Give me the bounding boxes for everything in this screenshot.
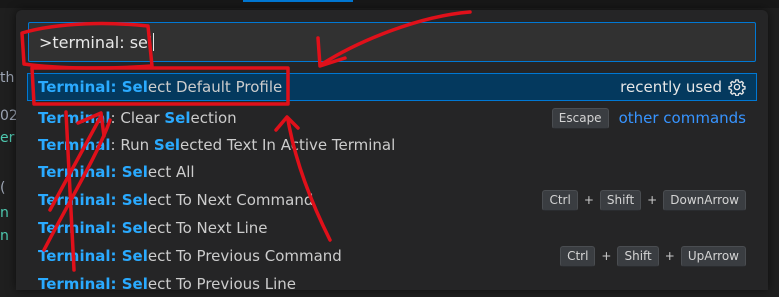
item-label: ection <box>190 109 237 127</box>
item-label: ect Default Profile <box>147 78 283 96</box>
match-highlight: Terminal <box>38 136 111 154</box>
match-highlight: Terminal: Sel <box>38 78 148 96</box>
command-palette-input[interactable]: >terminal: sel <box>28 22 756 62</box>
active-tab-indicator <box>243 0 353 2</box>
editor-fragment: n <box>0 228 9 244</box>
editor-fragment: er <box>0 130 15 146</box>
key-separator: + <box>664 249 675 263</box>
match-highlight: Terminal: Sel <box>38 247 148 265</box>
key-separator: + <box>647 193 658 207</box>
match-highlight: Terminal: Sel <box>38 219 148 237</box>
item-label: ect To Next Line <box>147 219 268 237</box>
command-palette: >terminal: sel Terminal: Select Default … <box>16 10 768 293</box>
item-label: ect All <box>147 163 195 181</box>
keybinding-key: Ctrl <box>542 189 578 211</box>
match-highlight: Terminal <box>38 109 111 127</box>
keybinding-key: Shift <box>617 245 659 267</box>
palette-item-select-default-profile[interactable]: Terminal: Select Default Profile recentl… <box>27 73 757 101</box>
match-highlight: Sel <box>164 109 191 127</box>
match-highlight: Terminal: Sel <box>38 163 148 181</box>
keybinding-key: Ctrl <box>560 245 596 267</box>
editor-fragment: n <box>0 205 9 221</box>
gear-icon[interactable] <box>728 78 746 96</box>
recently-used-label: recently used <box>620 78 722 96</box>
editor-fragment: th <box>0 70 15 86</box>
match-highlight: Sel <box>153 136 181 154</box>
item-label: ect To Previous Command <box>147 247 342 265</box>
palette-item-select-to-previous-line[interactable]: Terminal: Select To Previous Line <box>28 271 756 297</box>
editor-fragment: ( <box>0 180 6 196</box>
palette-item-select-to-next-command[interactable]: Terminal: Select To Next Command Ctrl + … <box>28 187 756 213</box>
keybinding-key: UpArrow <box>680 245 746 267</box>
item-label: ect To Next Command <box>147 191 314 209</box>
editor-topbar <box>0 0 779 8</box>
item-label: ect To Previous Line <box>147 275 296 293</box>
palette-item-run-selected-text[interactable]: Terminal: Run Selected Text In Active Te… <box>28 132 756 158</box>
palette-item-select-all[interactable]: Terminal: Select All <box>28 159 756 185</box>
keybinding-key: Escape <box>551 107 609 129</box>
key-separator: + <box>601 249 612 263</box>
keybinding-key: Shift <box>599 189 642 211</box>
other-commands-link[interactable]: other commands <box>619 105 746 131</box>
palette-item-select-to-previous-command[interactable]: Terminal: Select To Previous Command Ctr… <box>28 243 756 269</box>
match-highlight: Terminal: Sel <box>38 191 148 209</box>
command-input-value: >terminal: sel <box>39 33 153 52</box>
item-label: ected Text In Active Terminal <box>180 136 396 154</box>
palette-item-clear-selection[interactable]: Terminal: Clear Selection Escape other c… <box>28 105 756 131</box>
palette-item-select-to-next-line[interactable]: Terminal: Select To Next Line <box>28 215 756 241</box>
keybinding-key: DownArrow <box>663 189 746 211</box>
text-caret <box>153 33 155 51</box>
match-highlight: Terminal: Sel <box>38 275 148 293</box>
item-label: : Clear <box>110 109 165 127</box>
item-label: : Run <box>110 136 154 154</box>
key-separator: + <box>583 193 594 207</box>
